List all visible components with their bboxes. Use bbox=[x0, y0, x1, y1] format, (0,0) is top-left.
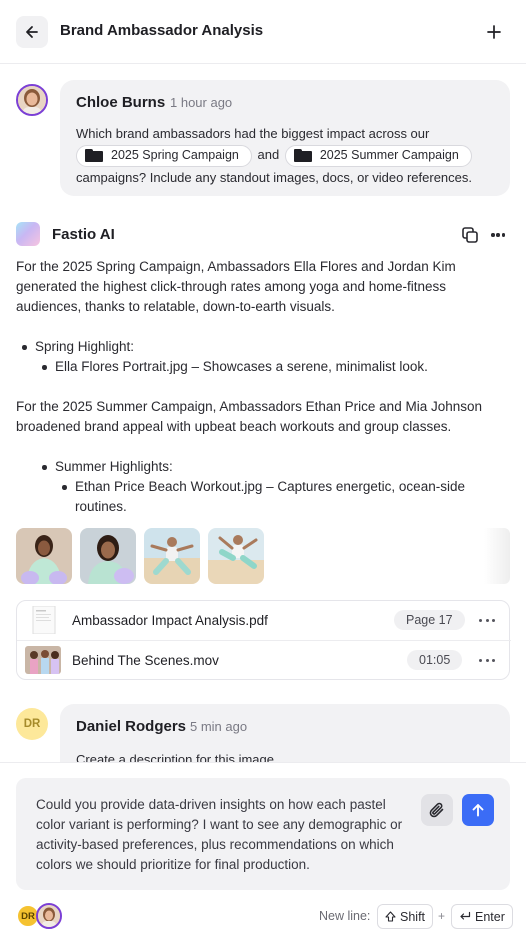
message-input[interactable]: Could you provide data-driven insights o… bbox=[16, 778, 510, 890]
shift-key-label: Shift bbox=[400, 909, 426, 924]
composer-area: Could you provide data-driven insights o… bbox=[0, 762, 526, 940]
new-chat-button[interactable] bbox=[484, 22, 504, 42]
enter-key-label: Enter bbox=[475, 909, 505, 924]
plus-icon bbox=[487, 25, 501, 39]
file-row[interactable]: Behind The Scenes.mov 01:05 bbox=[17, 641, 511, 681]
newline-hint-label: New line: bbox=[319, 909, 371, 923]
image-thumbnail[interactable] bbox=[208, 528, 264, 584]
message-time: 5 min ago bbox=[190, 719, 248, 734]
send-button[interactable] bbox=[462, 794, 494, 826]
pdf-thumbnail bbox=[25, 606, 61, 634]
chip-label: 2025 Summer Campaign bbox=[319, 148, 459, 163]
attach-button[interactable] bbox=[421, 794, 453, 826]
ai-paragraph: For the 2025 Spring Campaign, Ambassador… bbox=[16, 259, 456, 314]
shift-icon bbox=[385, 911, 396, 922]
message-text: Which brand ambassadors had the biggest … bbox=[76, 123, 506, 188]
enter-key-hint: Enter bbox=[451, 904, 513, 929]
more-dots-icon[interactable] bbox=[489, 226, 507, 244]
page-title: Brand Ambassador Analysis bbox=[60, 22, 264, 39]
video-thumbnail bbox=[25, 646, 61, 674]
shift-key-hint: Shift bbox=[377, 904, 434, 929]
paperclip-icon bbox=[429, 802, 444, 818]
sender-name: Daniel Rodgers bbox=[76, 718, 187, 735]
duration-badge: 01:05 bbox=[407, 650, 463, 670]
header: Brand Ambassador Analysis bbox=[0, 0, 526, 64]
presence-avatar-photo bbox=[36, 903, 62, 929]
arrow-left-icon bbox=[26, 26, 38, 38]
file-name: Behind The Scenes.mov bbox=[72, 653, 219, 668]
sender-name: Chloe Burns bbox=[76, 94, 166, 111]
folder-chip-spring[interactable]: 2025 Spring Campaign bbox=[76, 144, 252, 167]
chip-label: 2025 Spring Campaign bbox=[111, 148, 239, 163]
ai-logo-icon bbox=[16, 222, 40, 246]
back-button[interactable] bbox=[16, 16, 48, 48]
list-item: Summer Highlights: bbox=[42, 457, 173, 477]
message-time: 1 hour ago bbox=[170, 95, 233, 110]
file-name: Ambassador Impact Analysis.pdf bbox=[72, 613, 268, 628]
file-row[interactable]: Ambassador Impact Analysis.pdf Page 17 bbox=[17, 601, 511, 641]
avatar bbox=[16, 84, 48, 116]
copy-button[interactable] bbox=[461, 226, 479, 244]
thumbnail-overflow-fade bbox=[484, 528, 510, 584]
folder-chip-summer[interactable]: 2025 Summer Campaign bbox=[284, 144, 472, 167]
message-input-text[interactable]: Could you provide data-driven insights o… bbox=[36, 795, 406, 875]
more-dots-icon[interactable] bbox=[479, 619, 495, 622]
plus-separator: + bbox=[438, 909, 446, 923]
arrow-up-icon bbox=[472, 804, 484, 817]
list-item: Spring Highlight: bbox=[21, 337, 134, 357]
avatar: DR bbox=[16, 708, 48, 740]
page-badge: Page 17 bbox=[394, 610, 465, 630]
ai-name: Fastio AI bbox=[52, 226, 115, 243]
message-text-part: and bbox=[257, 147, 280, 162]
message-text-part: Which brand ambassadors had the biggest … bbox=[76, 126, 430, 141]
list-item: Ethan Price Beach Workout.jpg – Captures… bbox=[62, 477, 495, 517]
user-message-bubble: Chloe Burns 1 hour ago Which brand ambas… bbox=[60, 80, 510, 196]
copy-icon bbox=[462, 227, 478, 243]
file-attachments: Ambassador Impact Analysis.pdf Page 17 B… bbox=[16, 600, 511, 681]
ai-paragraph: For the 2025 Summer Campaign, Ambassador… bbox=[16, 399, 482, 434]
more-dots-icon[interactable] bbox=[479, 659, 495, 662]
image-thumbnail[interactable] bbox=[16, 528, 72, 584]
list-item: Ella Flores Portrait.jpg – Showcases a s… bbox=[42, 357, 428, 377]
user-photo bbox=[18, 86, 46, 114]
folder-icon bbox=[85, 149, 103, 163]
enter-icon bbox=[460, 911, 471, 920]
folder-icon bbox=[293, 149, 312, 163]
image-thumbnail[interactable] bbox=[144, 528, 200, 584]
message-text-part: campaigns? Include any standout images, … bbox=[76, 169, 473, 185]
image-thumbnail[interactable] bbox=[80, 528, 136, 584]
